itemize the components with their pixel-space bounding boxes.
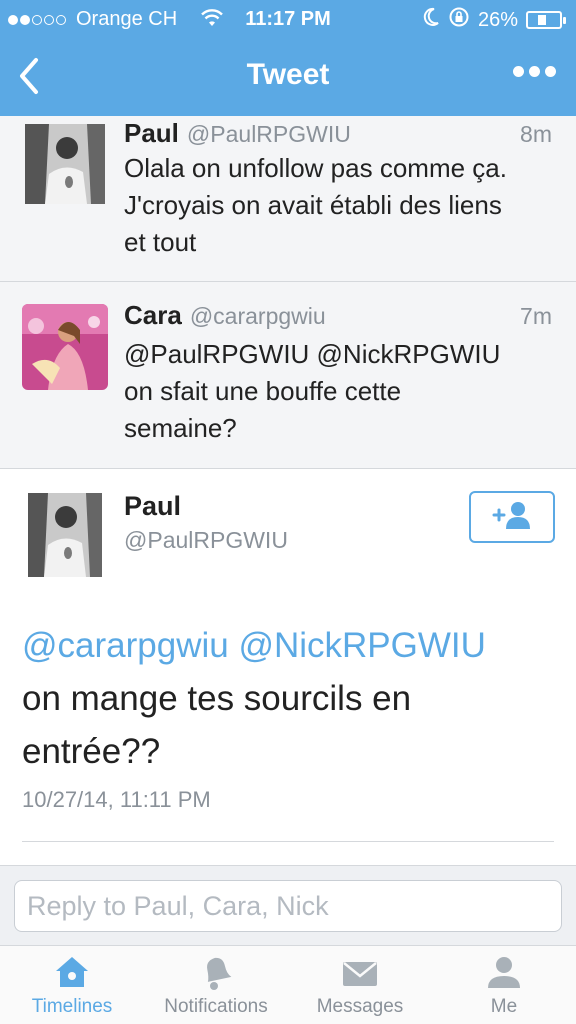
- mention-link[interactable]: @cararpgwiu: [22, 626, 229, 665]
- tweet-text-line: @PaulRPGWIU @NickRPGWIU: [124, 339, 501, 369]
- reply-input[interactable]: [14, 880, 562, 932]
- avatar[interactable]: [22, 304, 108, 390]
- tweet-text-line: semaine?: [124, 413, 237, 443]
- envelope-icon: [340, 954, 380, 995]
- nav-bar: Tweet: [0, 40, 576, 116]
- author-name[interactable]: Paul: [124, 491, 181, 522]
- tab-bar: Timelines Notifications Messages Me: [0, 945, 576, 1024]
- author-handle[interactable]: @cararpgwiu: [190, 303, 326, 330]
- tweet-text-line: et tout: [124, 227, 197, 257]
- author-name[interactable]: Cara: [124, 300, 182, 331]
- tab-label: Timelines: [31, 996, 113, 1017]
- divider: [22, 841, 554, 842]
- tweet-timestamp: 10/27/14, 11:11 PM: [22, 787, 211, 812]
- tweet-text-line: Olala on unfollow pas comme ça.: [124, 153, 507, 183]
- reply-bar: [0, 865, 576, 945]
- author-name[interactable]: Paul: [124, 118, 179, 149]
- mention-link[interactable]: @NickRPGWIU: [238, 626, 485, 665]
- tweet-text-line: on mange tes sourcils en: [22, 679, 412, 718]
- tweet-text: @PaulRPGWIU @NickRPGWIU on sfait une bou…: [124, 336, 556, 447]
- more-dots-icon[interactable]: [508, 66, 556, 77]
- author-handle[interactable]: @PaulRPGWIU: [187, 121, 351, 148]
- tweet-time: 8m: [520, 121, 552, 147]
- moon-icon: [422, 7, 440, 33]
- bell-icon: [198, 954, 234, 997]
- focused-tweet: Paul @PaulRPGWIU @cararpgwiu @NickRPGWIU…: [0, 469, 576, 865]
- battery-icon: [526, 11, 566, 29]
- top-bar: Orange CH 11:17 PM 26% Tweet: [0, 0, 576, 116]
- tweet-text-line: J'croyais on avait établi des liens: [124, 190, 502, 220]
- author-handle[interactable]: @PaulRPGWIU: [124, 527, 288, 554]
- tab-timelines[interactable]: Timelines: [0, 946, 144, 1024]
- battery-percent: 26%: [477, 8, 518, 31]
- tweet-text: @cararpgwiu @NickRPGWIU on mange tes sou…: [22, 619, 556, 778]
- conversation-tweet[interactable]: Cara @cararpgwiu 7m @PaulRPGWIU @NickRPG…: [0, 282, 576, 469]
- tweet-text: Olala on unfollow pas comme ça. J'croyai…: [124, 150, 556, 261]
- tweet-text-line: entrée??: [22, 732, 161, 771]
- tab-label: Me: [490, 996, 518, 1017]
- tab-label: Messages: [316, 996, 404, 1017]
- tweet-time: 7m: [520, 303, 552, 329]
- avatar[interactable]: [25, 124, 105, 204]
- tweet-text-line: @cararpgwiu @NickRPGWIU: [22, 619, 556, 672]
- conversation-tweet[interactable]: Paul @PaulRPGWIU 8m Olala on unfollow pa…: [0, 116, 576, 282]
- avatar[interactable]: [28, 493, 102, 577]
- person-icon: [485, 954, 523, 997]
- follow-button[interactable]: [469, 491, 555, 543]
- status-bar: Orange CH 11:17 PM 26%: [0, 0, 576, 40]
- tab-messages[interactable]: Messages: [288, 946, 432, 1024]
- status-right: 26%: [414, 6, 566, 34]
- tab-label: Notifications: [164, 996, 268, 1017]
- rotation-lock-icon: [448, 6, 470, 34]
- home-icon: [53, 954, 91, 995]
- tab-notifications[interactable]: Notifications: [144, 946, 288, 1024]
- tweet-text-line: on sfait une bouffe cette: [124, 376, 402, 406]
- add-user-icon: [490, 500, 534, 535]
- tab-me[interactable]: Me: [432, 946, 576, 1024]
- page-title: Tweet: [246, 58, 330, 91]
